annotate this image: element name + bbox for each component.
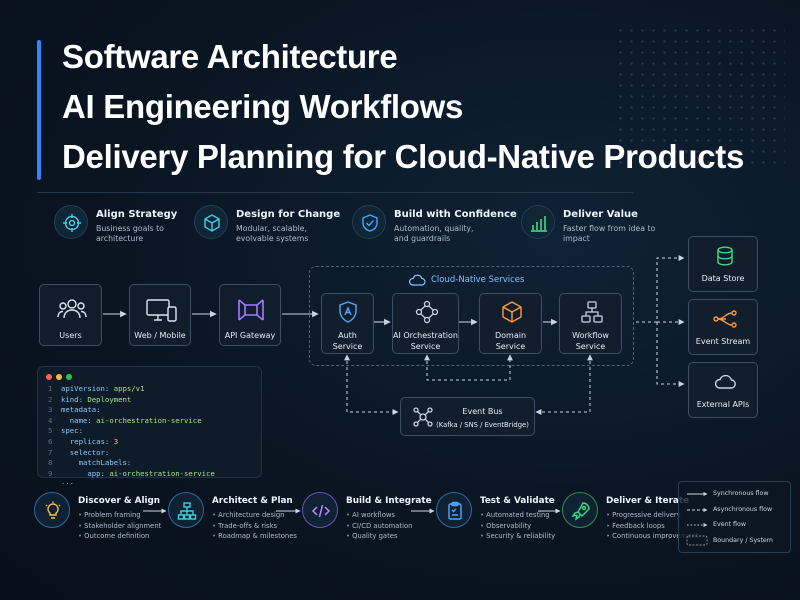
step-item: Outcome definition bbox=[78, 531, 178, 542]
step-item: Architecture design bbox=[212, 510, 312, 521]
legend-boundary: Boundary / System bbox=[713, 537, 773, 544]
hierarchy-icon bbox=[168, 492, 204, 528]
step-item: Roadmap & milestones bbox=[212, 531, 312, 542]
step-title: Build & Integrate bbox=[346, 496, 432, 506]
step-items: AI workflows CI/CD automation Quality ga… bbox=[346, 510, 446, 542]
step-item: Problem framing bbox=[78, 510, 178, 521]
step-item: Trade-offs & risks bbox=[212, 521, 312, 532]
rocket-icon bbox=[562, 492, 598, 528]
step-title: Test & Validate bbox=[480, 496, 555, 506]
clipboard-check-icon bbox=[436, 492, 472, 528]
step-title: Deliver & Iterate bbox=[606, 496, 690, 506]
step-items: Problem framing Stakeholder alignment Ou… bbox=[78, 510, 178, 542]
step-item: Observability bbox=[480, 521, 580, 532]
legend: Synchronous flow Asynchronous flow Event… bbox=[678, 481, 791, 553]
step-items: Architecture design Trade-offs & risks R… bbox=[212, 510, 312, 542]
lightbulb-icon bbox=[34, 492, 70, 528]
step-title: Architect & Plan bbox=[212, 496, 293, 506]
step-item: Quality gates bbox=[346, 531, 446, 542]
step-item: CI/CD automation bbox=[346, 521, 446, 532]
code-icon bbox=[302, 492, 338, 528]
legend-sync: Synchronous flow bbox=[713, 490, 769, 497]
step-item: AI workflows bbox=[346, 510, 446, 521]
legend-async: Asynchronous flow bbox=[713, 506, 773, 513]
step-item: Security & reliability bbox=[480, 531, 580, 542]
step-item: Stakeholder alignment bbox=[78, 521, 178, 532]
legend-event: Event flow bbox=[713, 521, 747, 528]
step-title: Discover & Align bbox=[78, 496, 161, 506]
